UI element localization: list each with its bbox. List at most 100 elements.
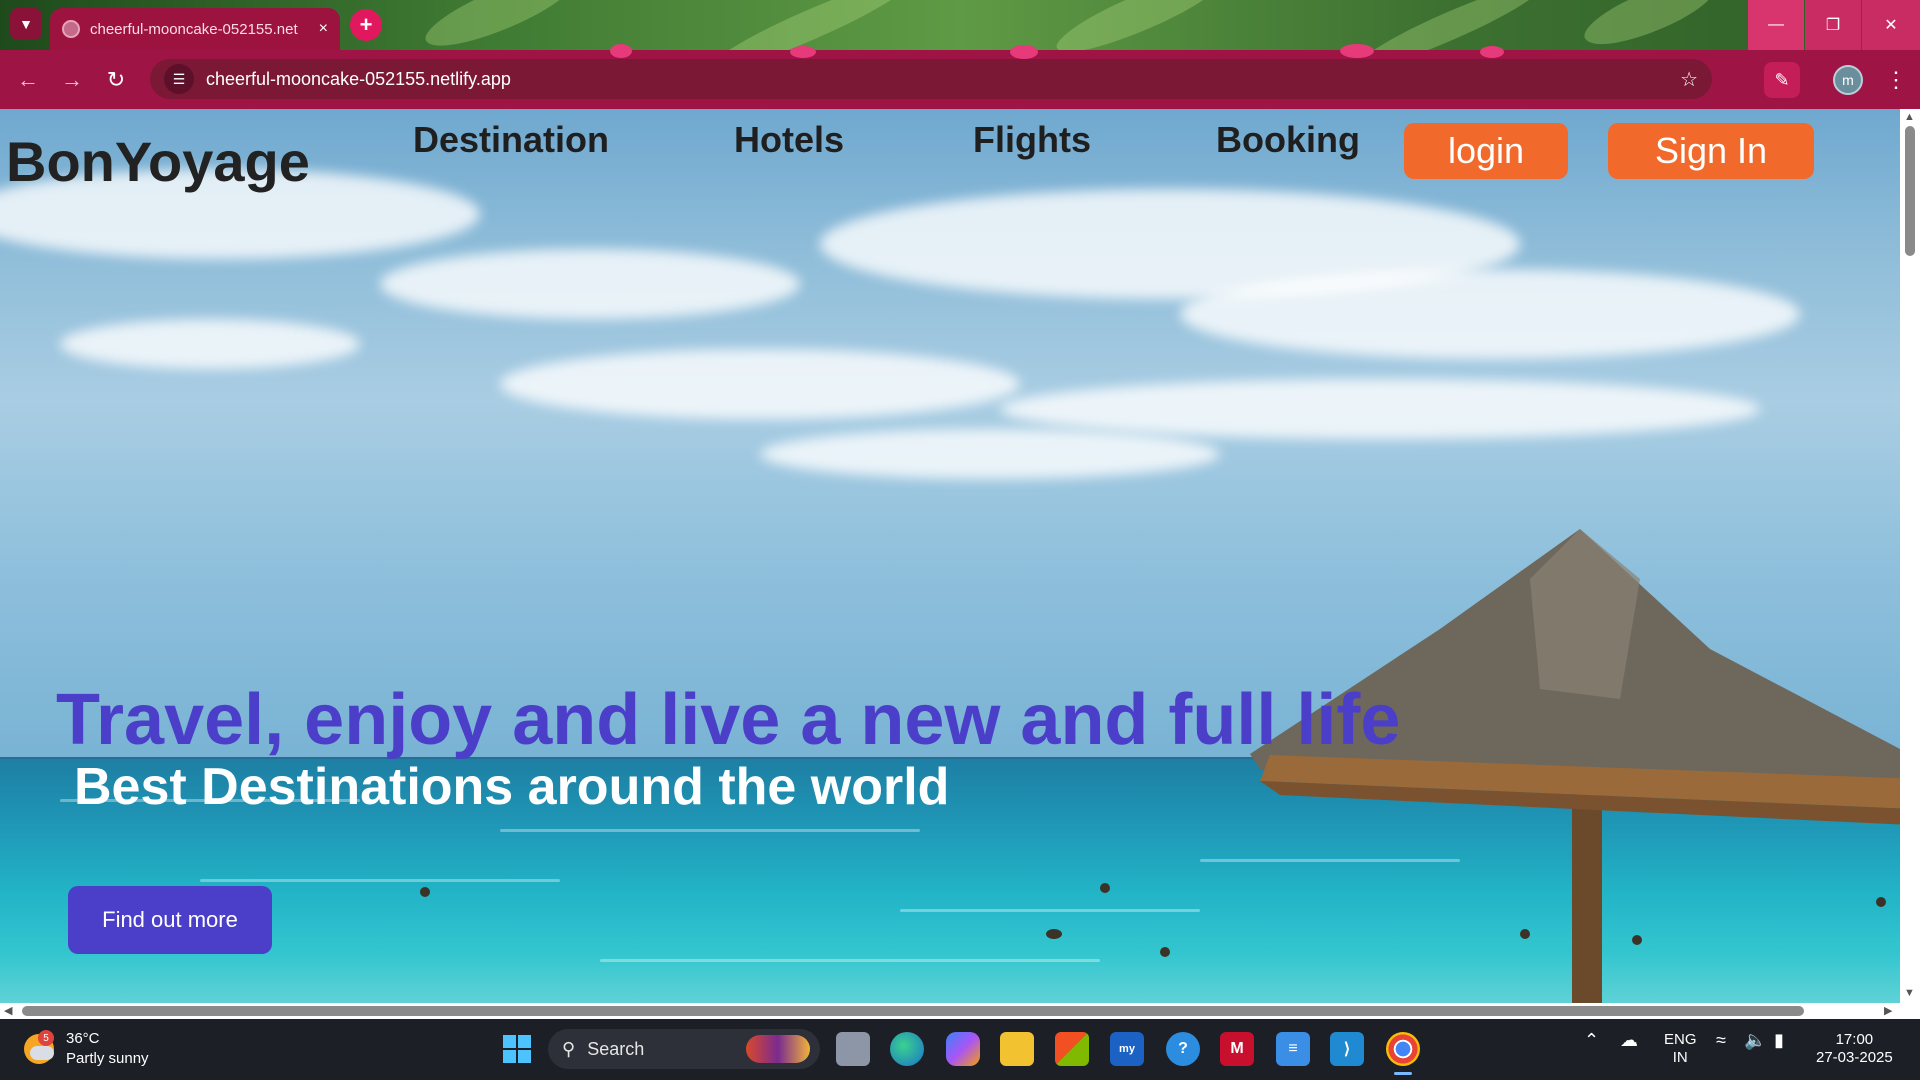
nav-hotels[interactable]: Hotels (734, 119, 844, 161)
horizontal-scroll-thumb[interactable] (22, 1006, 1804, 1016)
swimmer (1046, 929, 1062, 939)
language-indicator[interactable]: ENG IN (1664, 1031, 1697, 1067)
reload-button[interactable]: ↻ (100, 64, 132, 96)
taskbar-search-box[interactable]: ⚲ Search (548, 1029, 820, 1069)
vscode-button[interactable]: ⟩ (1330, 1032, 1364, 1066)
theme-leaf-decoration (1050, 0, 1230, 50)
wave (500, 829, 920, 832)
search-highlight-icon (746, 1035, 810, 1063)
chevron-down-icon: ▼ (19, 16, 33, 32)
network-button[interactable]: ≈ (1716, 1031, 1726, 1049)
minimize-button[interactable]: — (1748, 0, 1804, 50)
temperature-text: 36°C (66, 1030, 100, 1047)
theme-leaf-decoration (419, 0, 581, 50)
clock-date: 27-03-2025 (1816, 1049, 1893, 1066)
theme-paw-decoration (790, 46, 816, 58)
mcafee-button[interactable]: M (1220, 1032, 1254, 1066)
notepad-icon: ≡ (1288, 1040, 1298, 1057)
cloud (1000, 379, 1760, 439)
hero-headline: Travel, enjoy and live a new and full li… (56, 680, 1401, 760)
scroll-up-icon[interactable]: ▲ (1904, 111, 1915, 123)
horizontal-scrollbar[interactable]: ◀ ▶ (0, 1003, 1900, 1019)
theme-paw-decoration (610, 44, 632, 58)
volume-button[interactable]: 🔈 (1744, 1031, 1766, 1049)
active-tab[interactable]: cheerful-mooncake-052155.net × (50, 8, 340, 50)
theme-leaf-decoration (703, 0, 917, 50)
wave (200, 879, 560, 882)
sign-in-button[interactable]: Sign In (1608, 123, 1814, 179)
new-tab-button[interactable]: + (350, 9, 382, 41)
notepad-button[interactable]: ≡ (1276, 1032, 1310, 1066)
address-bar[interactable]: ☰ cheerful-mooncake-052155.netlify.app ☆ (150, 59, 1712, 99)
show-hidden-icons-button[interactable]: ⌃ (1584, 1031, 1599, 1049)
cloud (760, 429, 1220, 479)
hero-subheadline: Best Destinations around the world (74, 758, 950, 816)
theme-leaf-decoration (1578, 0, 1722, 50)
wave (600, 959, 1100, 962)
minimize-icon: — (1768, 16, 1784, 33)
back-button[interactable]: ← (12, 64, 44, 96)
scroll-left-icon[interactable]: ◀ (4, 1004, 12, 1017)
search-label: Search (587, 1038, 645, 1059)
find-out-more-button[interactable]: Find out more (68, 886, 272, 954)
close-icon: ✕ (1884, 17, 1898, 34)
nav-flights[interactable]: Flights (973, 119, 1091, 161)
battery-icon: ▮ (1774, 1030, 1784, 1050)
file-explorer-button[interactable] (1000, 1032, 1034, 1066)
mcafee-icon: M (1230, 1040, 1244, 1057)
task-view-button[interactable] (836, 1032, 870, 1066)
edge-button[interactable] (890, 1032, 924, 1066)
extensions-button[interactable]: ✎ (1764, 62, 1800, 98)
windows-taskbar: 5 36°C Partly sunny ⚲ Search my ? M ≡ ⟩ … (0, 1019, 1920, 1080)
myhp-button[interactable]: my (1110, 1032, 1144, 1066)
clock[interactable]: 17:00 27-03-2025 (1816, 1031, 1893, 1067)
cloud-icon: ☁ (1620, 1030, 1638, 1050)
battery-button[interactable]: ▮ (1774, 1031, 1784, 1049)
url-text[interactable]: cheerful-mooncake-052155.netlify.app (206, 69, 1680, 90)
site-logo[interactable]: BonYoyage (6, 129, 310, 194)
tab-strip: ▼ cheerful-mooncake-052155.net × + — ❐ ✕ (0, 0, 1920, 50)
weather-widget[interactable]: 5 36°C Partly sunny (24, 1029, 149, 1069)
wave (900, 909, 1200, 912)
weather-condition-text: Partly sunny (66, 1050, 149, 1067)
ms-store-button[interactable] (1055, 1032, 1089, 1066)
tab-search-button[interactable]: ▼ (10, 8, 42, 40)
clock-time: 17:00 (1835, 1031, 1874, 1048)
restore-icon: ❐ (1825, 17, 1841, 34)
tab-close-icon[interactable]: × (319, 20, 328, 38)
help-icon: ? (1178, 1040, 1188, 1057)
cloud (60, 319, 360, 369)
thatched-umbrella-image (1250, 529, 1900, 1003)
partly-sunny-icon: 5 (24, 1030, 54, 1064)
onedrive-button[interactable]: ☁ (1620, 1031, 1638, 1049)
chrome-active-indicator (1394, 1072, 1412, 1075)
cloud (500, 349, 1020, 419)
cloud (1180, 269, 1800, 359)
login-button[interactable]: login (1404, 123, 1568, 179)
chrome-button[interactable] (1386, 1032, 1420, 1066)
cloud (380, 249, 800, 319)
profile-avatar[interactable]: m (1833, 65, 1863, 95)
help-button[interactable]: ? (1166, 1032, 1200, 1066)
scroll-down-icon[interactable]: ▼ (1904, 987, 1915, 999)
region-code: IN (1672, 1049, 1688, 1066)
extensions-icon: ✎ (1774, 69, 1790, 90)
copilot-button[interactable] (946, 1032, 980, 1066)
theme-leaf-decoration (1353, 0, 1547, 50)
browser-menu-button[interactable]: ⋮ (1880, 62, 1912, 98)
windows-start-button[interactable] (500, 1032, 534, 1066)
restore-button[interactable]: ❐ (1805, 0, 1861, 50)
close-window-button[interactable]: ✕ (1862, 0, 1920, 50)
forward-button[interactable]: → (56, 64, 88, 96)
swimmer (420, 887, 430, 897)
vertical-scrollbar[interactable]: ▲ ▼ (1900, 109, 1920, 1003)
bookmark-star-icon[interactable]: ☆ (1680, 67, 1698, 92)
swimmer (1160, 947, 1170, 957)
chevron-up-icon: ⌃ (1584, 1030, 1600, 1050)
scroll-right-icon[interactable]: ▶ (1884, 1004, 1892, 1017)
site-info-icon[interactable]: ☰ (164, 64, 194, 94)
nav-destination[interactable]: Destination (413, 119, 609, 161)
vertical-scroll-thumb[interactable] (1905, 126, 1915, 256)
theme-paw-decoration (1340, 44, 1374, 58)
nav-booking[interactable]: Booking (1216, 119, 1360, 161)
